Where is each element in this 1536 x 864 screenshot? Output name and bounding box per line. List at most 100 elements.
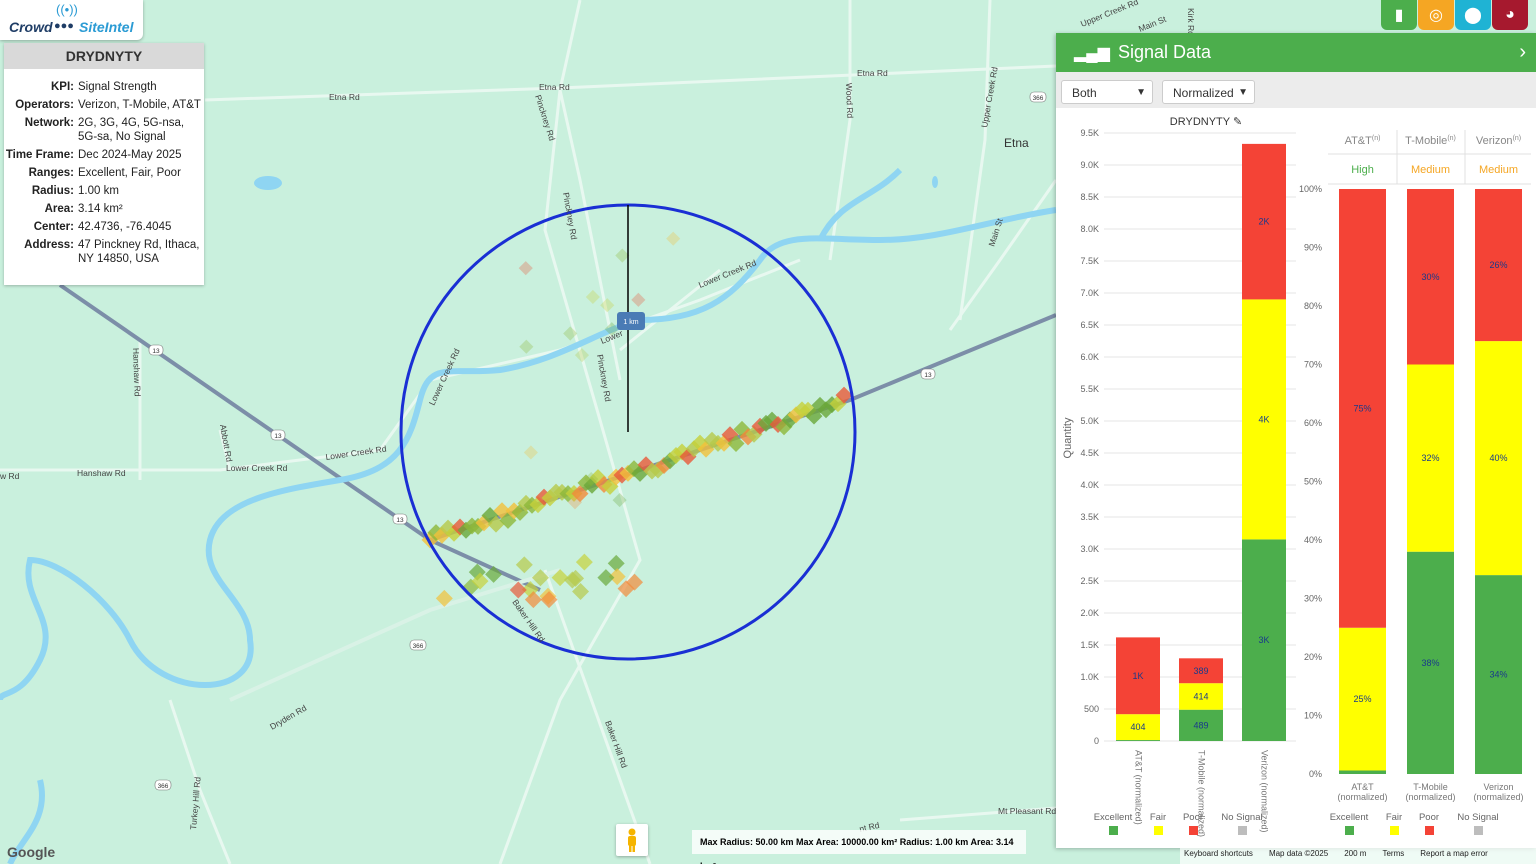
road-label: Upper Creek Rd [1079, 0, 1140, 29]
x-category-label: T-Mobile (normalized) [1197, 750, 1207, 837]
info-value: Verizon, T-Mobile, AT&T [78, 99, 201, 111]
y-tick-label: 5.5K [1080, 384, 1099, 394]
x-category-label: (normalized) [1405, 792, 1455, 802]
y-tick-label: 8.5K [1080, 192, 1099, 202]
bar-data-label: 489 [1193, 720, 1208, 730]
bar-segment [1116, 740, 1160, 741]
legend-label: No Signal [1221, 812, 1262, 823]
legend-label: Fair [1386, 812, 1402, 823]
bar-data-label: 404 [1130, 722, 1145, 732]
top-toolbar: ▮ ◎ ⬤ ◕ [1381, 0, 1528, 30]
heatmap-cell [631, 292, 646, 307]
bar-data-label: 414 [1193, 691, 1208, 701]
operator-select[interactable]: Both ▼ [1061, 80, 1153, 104]
panel-header: ▂▄▆ Signal Data › [1056, 33, 1536, 72]
heatmap-cell [600, 298, 615, 313]
map-pond [254, 176, 282, 190]
heatmap-cell [585, 289, 600, 305]
y-tick-label: 7.0K [1080, 288, 1099, 298]
x-category-label: AT&T [1351, 782, 1374, 792]
map-pond [932, 176, 938, 188]
road-label: Hanshaw Rd [131, 348, 143, 397]
rating-label: Medium [1411, 164, 1450, 176]
svg-text:366: 366 [1033, 95, 1044, 102]
report-error-link[interactable]: Report a map error [1420, 846, 1488, 864]
map-data-text: Map data ©2025 [1268, 849, 1329, 858]
legend-label: Poor [1419, 812, 1439, 823]
bar-chart-icon[interactable]: ▮ [1381, 0, 1417, 30]
signal-charts: DRYDNYTY ✎ 0 500 1.0K 1.5K 2.0K 2.5K 3.0K 3.5K 4.… [1062, 116, 1531, 837]
keyboard-shortcuts-link[interactable]: Keyboard shortcuts [1184, 846, 1253, 864]
chevron-right-icon[interactable]: › [1519, 41, 1526, 64]
route-shield: 366 [409, 639, 427, 651]
heatmap-cell [519, 339, 534, 354]
svg-text:366: 366 [413, 643, 424, 650]
y-tick-label: 50% [1304, 477, 1322, 487]
x-category-label: (normalized) [1473, 792, 1523, 802]
legend-swatch [1238, 826, 1247, 835]
rating-label: High [1351, 164, 1374, 176]
map-pin-icon[interactable]: ⬤ [1455, 0, 1491, 30]
svg-text:13: 13 [924, 372, 932, 379]
people-icon: ●●● [54, 20, 74, 32]
app-logo[interactable]: ((•)) Crowd ●●● SiteIntel [0, 0, 143, 40]
legend-swatch [1390, 826, 1399, 835]
road-label: Etna Rd [329, 92, 360, 102]
y-tick-label: 90% [1304, 243, 1322, 253]
road-label: Dryden Rd [268, 703, 308, 732]
column-header: AT&T(n) [1345, 135, 1381, 147]
heatmap-cell [574, 348, 590, 363]
y-tick-label: 80% [1304, 301, 1322, 311]
y-tick-label: 500 [1084, 704, 1099, 714]
svg-text:13: 13 [274, 433, 282, 440]
legend-swatch [1189, 826, 1198, 835]
bar-data-label: 4K [1258, 414, 1269, 424]
info-key: Radius: [31, 185, 74, 197]
bar-data-label: 2K [1258, 217, 1269, 227]
info-key: Ranges: [28, 167, 74, 179]
panel-title: Signal Data [1117, 42, 1212, 62]
chevron-down-icon: ▼ [1136, 87, 1146, 98]
svg-text:13: 13 [152, 348, 160, 355]
x-category-label: T-Mobile [1413, 782, 1448, 792]
radius-summary: Max Radius: 50.00 km Max Area: 10000.00 … [692, 830, 1026, 864]
info-value: Signal Strength [78, 81, 157, 93]
road-label: Lower Creek Rd [226, 463, 288, 473]
signal-tower-icon: ((•)) [56, 2, 78, 17]
bar-segment [1339, 770, 1386, 774]
y-tick-label: 5.0K [1080, 416, 1099, 426]
globe-icon[interactable]: ◕ [1492, 0, 1528, 30]
legend-swatch [1474, 826, 1483, 835]
info-key: Time Frame: [5, 149, 74, 161]
terms-link[interactable]: Terms [1382, 846, 1404, 864]
info-key: Center: [33, 221, 74, 233]
column-header: T-Mobile(n) [1405, 135, 1456, 147]
chevron-down-icon: ▼ [1238, 87, 1248, 98]
info-value: 47 Pinckney Rd, Ithaca, NY 14850, USA [78, 239, 200, 265]
rating-label: Medium [1479, 164, 1518, 176]
route-shield: 13 [148, 344, 164, 356]
bar-data-label: 40% [1489, 453, 1507, 463]
road-label: Upper Creek Rd [979, 66, 1000, 128]
bar-chart-icon: ▂▄▆ [1074, 44, 1110, 62]
y-tick-label: 4.0K [1080, 480, 1099, 490]
mode-select[interactable]: Normalized ▼ [1162, 80, 1255, 104]
info-key: Address: [24, 239, 74, 251]
route-shield: 13 [392, 513, 408, 525]
bar-data-label: 3K [1258, 635, 1269, 645]
heatmap-cell [575, 553, 593, 571]
route-shield: 13 [270, 429, 286, 441]
legend-label: No Signal [1457, 812, 1498, 823]
info-value: Dec 2024-May 2025 [78, 149, 182, 161]
street-view-pegman-icon[interactable] [616, 824, 648, 856]
bar-data-label: 30% [1421, 272, 1439, 282]
y-tick-label: 3.5K [1080, 512, 1099, 522]
legend-swatch [1109, 826, 1118, 835]
x-category-label: Verizon [1483, 782, 1513, 792]
target-icon[interactable]: ◎ [1418, 0, 1454, 30]
info-key: KPI: [51, 81, 74, 93]
y-tick-label: 1.0K [1080, 672, 1099, 682]
x-category-label: (normalized) [1337, 792, 1387, 802]
heatmap-cell [518, 261, 533, 276]
road-label: Wood Rd [844, 83, 855, 119]
